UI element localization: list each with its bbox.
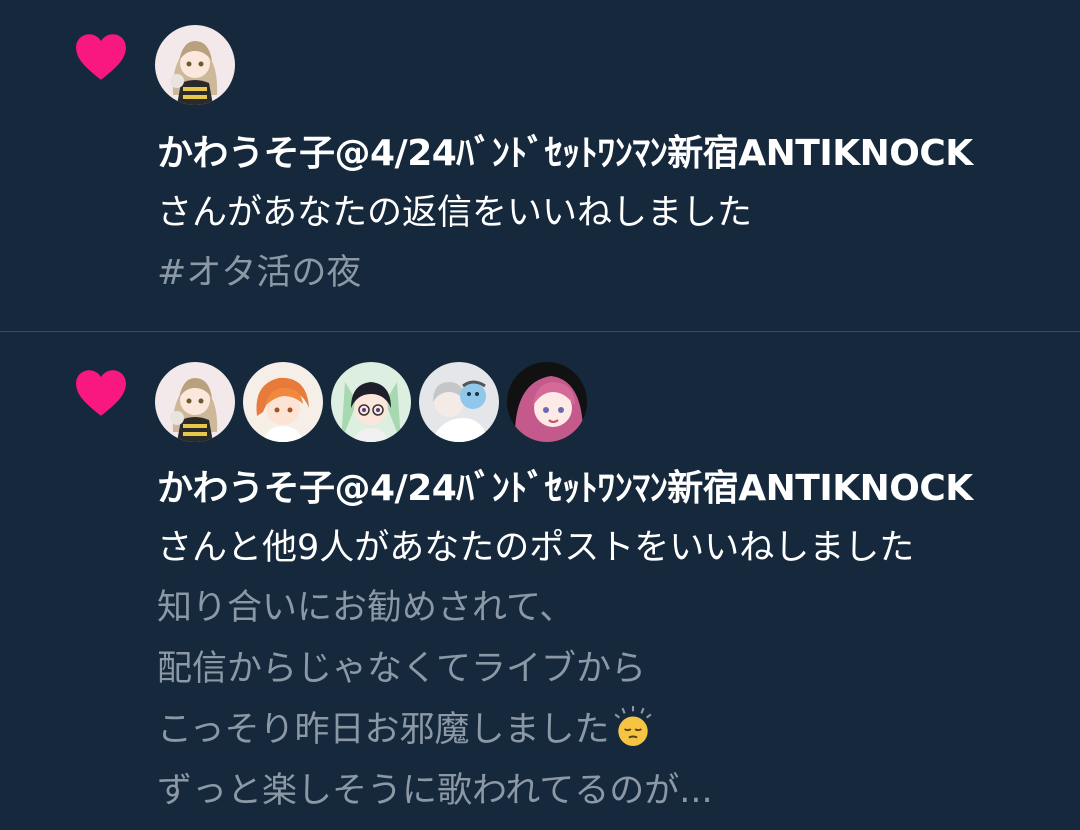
post-snippet-line: ずっと楽しそうに歌われてるのが... xyxy=(157,771,713,811)
snippet-text: こっそり昨日お邪魔しました xyxy=(157,710,610,750)
notification-text: かわうそ子@4/24ﾊﾞﾝﾄﾞｾｯﾄﾜﾝﾏﾝ新宿ANTIKNOCK さんがあなた… xyxy=(157,125,1060,304)
heart-icon xyxy=(76,34,126,80)
notification-text: かわうそ子@4/24ﾊﾞﾝﾄﾞｾｯﾄﾜﾝﾏﾝ新宿ANTIKNOCK さんと他9人… xyxy=(157,460,1060,822)
avatar-user-1[interactable] xyxy=(155,362,235,442)
action-text: さんがあなたの返信をいいねしました xyxy=(157,193,753,233)
user-name[interactable]: かわうそ子@4/24ﾊﾞﾝﾄﾞｾｯﾄﾜﾝﾏﾝ新宿ANTIKNOCK xyxy=(157,460,1060,518)
notification-item[interactable]: かわうそ子@4/24ﾊﾞﾝﾄﾞｾｯﾄﾜﾝﾏﾝ新宿ANTIKNOCK さんがあなた… xyxy=(0,0,1080,332)
avatar-user-5[interactable] xyxy=(507,362,587,442)
avatar-row xyxy=(155,362,587,442)
user-name[interactable]: かわうそ子@4/24ﾊﾞﾝﾄﾞｾｯﾄﾜﾝﾏﾝ新宿ANTIKNOCK xyxy=(157,125,1060,183)
post-snippet-line: こっそり昨日お邪魔しました xyxy=(157,700,1060,761)
notification-item[interactable]: かわうそ子@4/24ﾊﾞﾝﾄﾞｾｯﾄﾜﾝﾏﾝ新宿ANTIKNOCK さんと他9人… xyxy=(0,332,1080,830)
avatar-user-1[interactable] xyxy=(155,25,235,105)
post-snippet: #オタ活の夜 xyxy=(157,253,362,293)
avatar-row xyxy=(155,25,235,105)
avatar-user-2[interactable] xyxy=(243,362,323,442)
notifications-feed: かわうそ子@4/24ﾊﾞﾝﾄﾞｾｯﾄﾜﾝﾏﾝ新宿ANTIKNOCK さんがあなた… xyxy=(0,0,1080,830)
avatar-user-3[interactable] xyxy=(331,362,411,442)
post-snippet-line: 配信からじゃなくてライブから xyxy=(157,649,646,689)
heart-icon xyxy=(76,370,126,416)
avatar-user-4[interactable] xyxy=(419,362,499,442)
sleepy-face-emoji-icon xyxy=(614,706,652,746)
post-snippet-line: 知り合いにお勧めされて、 xyxy=(157,588,575,628)
action-text: さんと他9人があなたのポストをいいねしました xyxy=(157,528,915,568)
